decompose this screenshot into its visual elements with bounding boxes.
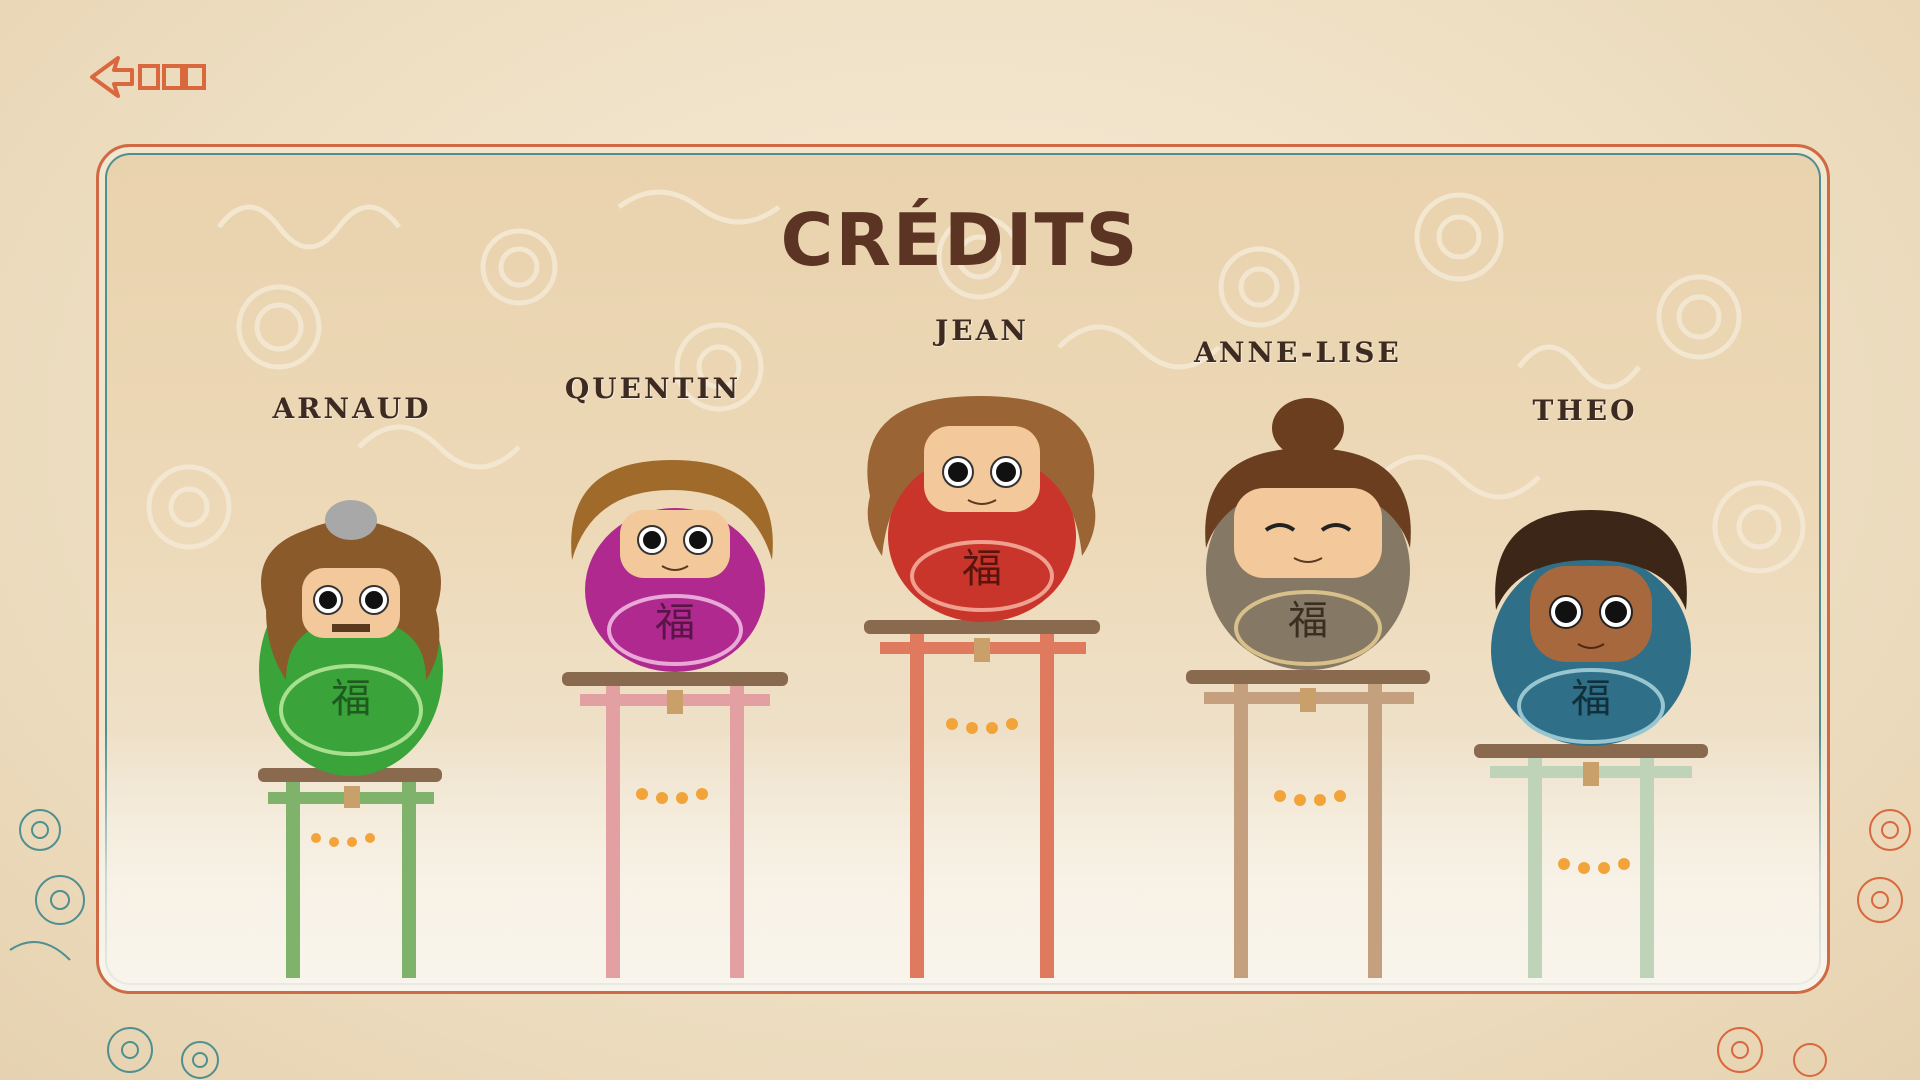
member-anne-lise-daruma[interactable]: 福 [1170,398,1446,980]
member-name-arnaud: ARNAUD [272,392,432,425]
member-quentin-daruma[interactable]: 福 [542,440,808,980]
member-name-theo: THEO [1532,394,1638,427]
fortune-glyph-quentin: 福 [655,600,695,646]
fortune-glyph-arnaud: 福 [331,676,371,722]
torii-gate-jean [864,620,1100,978]
back-arrow-logo-icon [90,56,206,98]
flower-decoration-right [1857,809,1911,923]
fortune-glyph-theo: 福 [1571,676,1611,722]
member-jean-daruma[interactable]: 福 [840,386,1126,980]
flower-decoration-bottom-left [107,1027,219,1079]
flower-decoration-bottom-right [1717,1027,1827,1077]
torii-gate-arnaud [258,768,442,978]
member-theo-daruma[interactable]: 福 [1466,500,1716,980]
member-name-jean: JEAN [935,314,1029,347]
fortune-glyph-anne-lise: 福 [1288,598,1328,644]
member-arnaud-daruma[interactable]: 福 [206,490,496,980]
member-name-anne-lise: ANNE-LISE [1194,336,1402,369]
fortune-glyph-jean: 福 [962,546,1002,592]
torii-gate-quentin [562,672,788,978]
member-name-quentin: QUENTIN [564,372,742,405]
page-title: CRÉDITS [780,198,1140,282]
torii-gate-anne-lise [1186,670,1430,978]
torii-gate-theo [1474,744,1708,978]
back-button[interactable] [88,52,206,102]
